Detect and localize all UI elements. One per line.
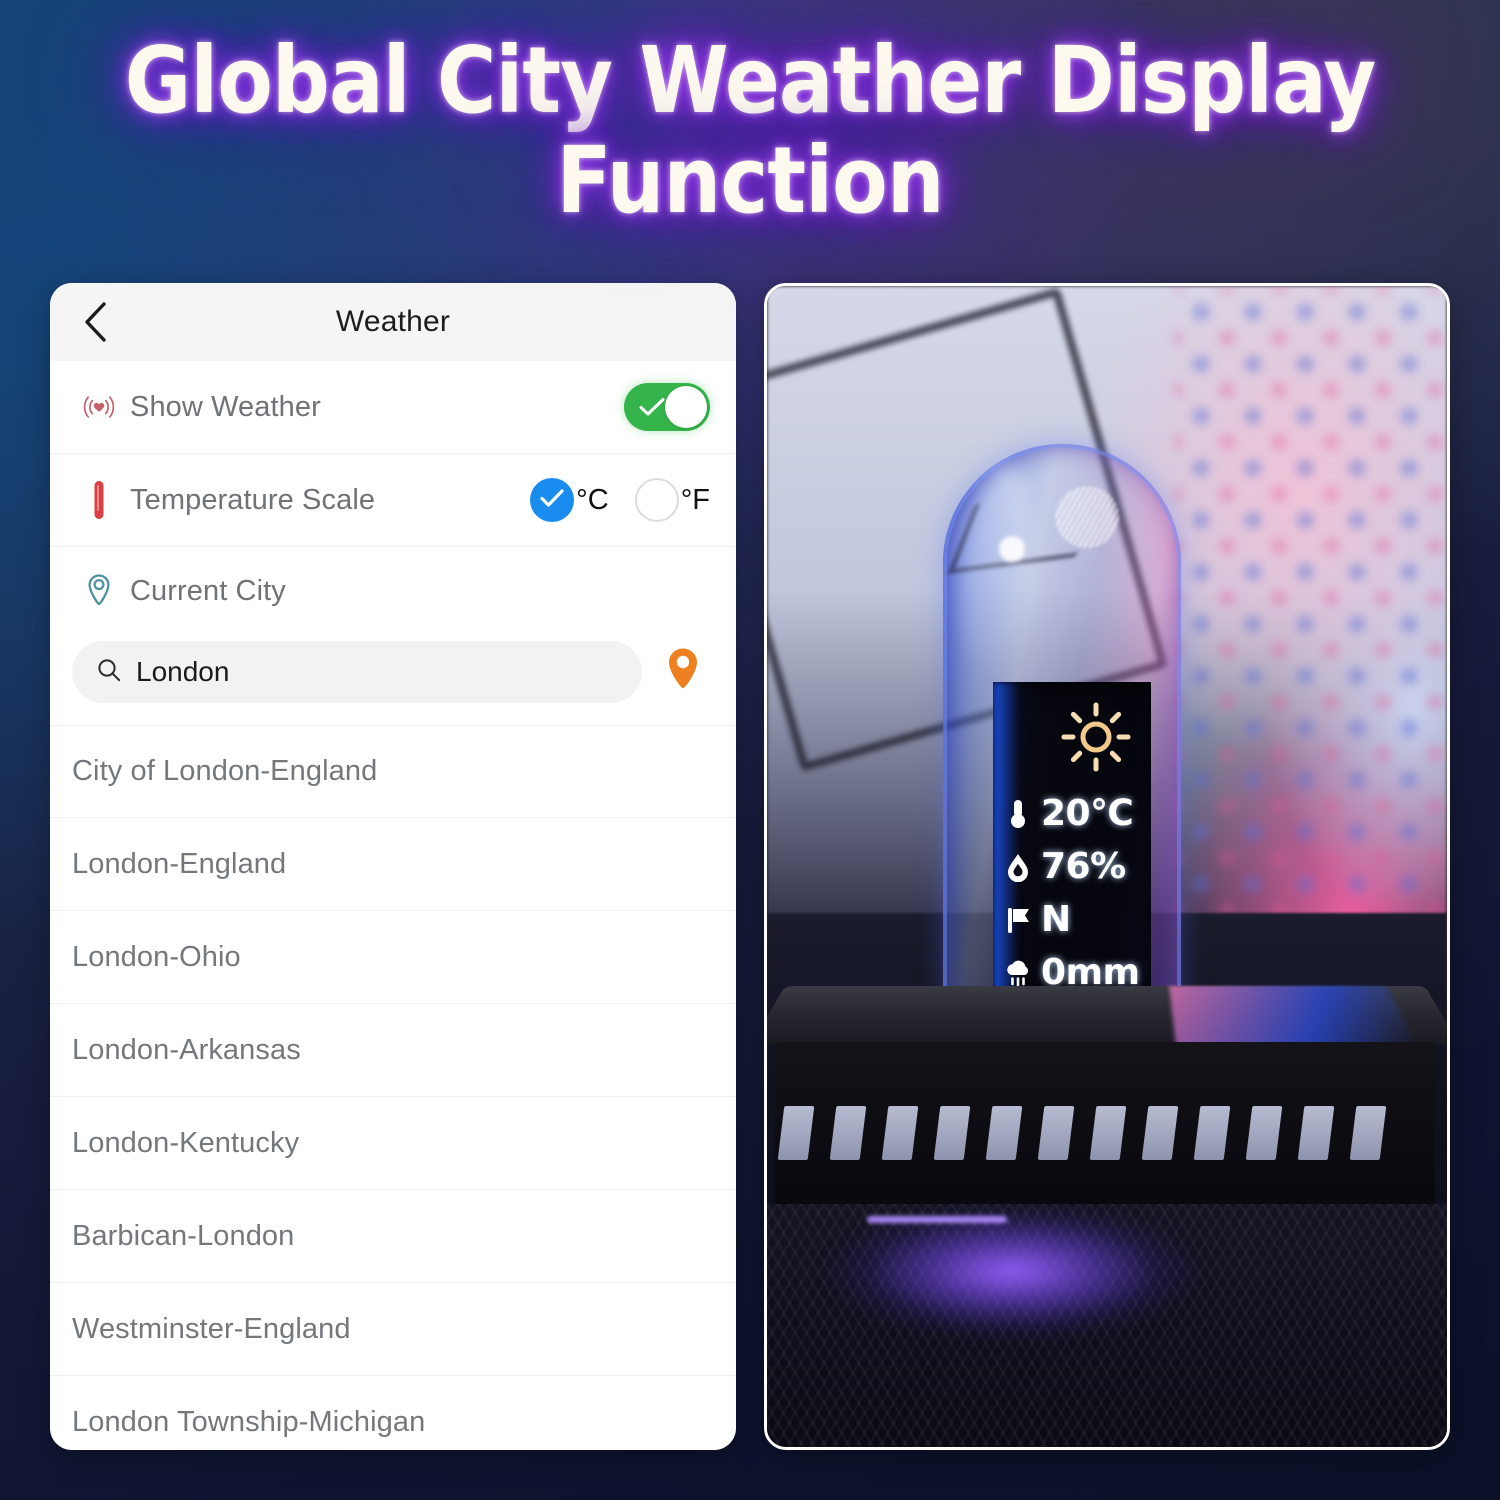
city-search-area: London <box>50 635 736 725</box>
readout-humidity: 76% <box>1001 843 1140 890</box>
vent-slot <box>1245 1106 1283 1160</box>
list-item[interactable]: London-Kentucky <box>50 1097 736 1190</box>
temperature-scale-control: °C °F <box>530 478 710 522</box>
locate-me-button[interactable] <box>652 645 714 700</box>
radio-fahrenheit[interactable]: °F <box>634 478 710 522</box>
list-item[interactable]: London Township-Michigan <box>50 1376 736 1450</box>
vent-slot <box>985 1106 1023 1160</box>
vent-slot <box>1141 1106 1179 1160</box>
sun-icon <box>1059 700 1133 779</box>
base-top-reflection <box>1169 986 1417 1045</box>
radio-celsius[interactable]: °C <box>530 478 609 522</box>
base-led-glow <box>777 1208 1247 1384</box>
list-item[interactable]: Barbican-London <box>50 1190 736 1283</box>
device-base-body <box>775 1042 1435 1228</box>
dome-reflection-sphere <box>1055 486 1119 548</box>
list-item[interactable]: City of London-England <box>50 725 736 818</box>
dome-reflection-dot <box>999 536 1025 562</box>
readout-temperature: 20℃ <box>1001 790 1140 837</box>
page-title: Weather <box>335 305 451 338</box>
device-base-top <box>767 986 1447 1045</box>
check-icon <box>540 488 564 512</box>
radio-fahrenheit-label: °F <box>680 483 710 516</box>
product-photo-card: 20℃ 76% N 0mm <box>764 283 1450 1450</box>
vent-slot <box>1349 1106 1387 1160</box>
toggle-knob <box>665 386 707 428</box>
show-weather-toggle[interactable] <box>624 383 710 431</box>
readout-wind: N <box>1001 896 1140 943</box>
readout-temperature-value: 20℃ <box>1041 793 1134 834</box>
map-pin-outline-icon <box>72 572 126 610</box>
vent-slot <box>829 1106 867 1160</box>
vent-slot <box>933 1106 971 1160</box>
headline-line-1: Global City Weather Display <box>124 27 1376 134</box>
vent-slot <box>1037 1106 1075 1160</box>
radio-fahrenheit-indicator <box>634 478 679 522</box>
poster-headline: Global City Weather Display Function <box>0 34 1500 228</box>
vent-slot <box>777 1106 815 1160</box>
headline-line-2: Function <box>556 126 944 234</box>
phone-screenshot-card: Weather Show Weather Temperature Scale °… <box>50 283 736 1450</box>
base-vent-strip <box>777 1106 1401 1160</box>
readout-wind-value: N <box>1041 899 1071 940</box>
radio-celsius-indicator <box>530 478 575 522</box>
broadcast-heart-icon <box>72 391 126 423</box>
row-show-weather[interactable]: Show Weather <box>50 361 736 454</box>
temperature-unit-radio-group: °C °F <box>530 478 710 522</box>
city-search-value: London <box>136 656 230 687</box>
row-label-show-weather: Show Weather <box>130 390 321 423</box>
thermometer-icon <box>72 477 126 523</box>
list-item[interactable]: London-Arkansas <box>50 1004 736 1097</box>
wind-flag-icon <box>1001 905 1035 935</box>
glass-dome: 20℃ 76% N 0mm <box>943 444 1181 1004</box>
device-oled-screen: 20℃ 76% N 0mm <box>993 682 1151 992</box>
list-item[interactable]: London-England <box>50 818 736 911</box>
row-current-city: Current City <box>50 547 736 635</box>
search-icon <box>96 657 122 688</box>
list-item[interactable]: Westminster-England <box>50 1283 736 1376</box>
city-search-input[interactable]: London <box>72 641 642 703</box>
poster-canvas: Global City Weather Display Function Wea… <box>0 0 1500 1500</box>
rain-cloud-icon <box>1001 958 1035 988</box>
vent-slot <box>1297 1106 1335 1160</box>
list-item[interactable]: London-Ohio <box>50 911 736 1004</box>
city-results-list: City of London-England London-England Lo… <box>50 725 736 1450</box>
row-label-current-city: Current City <box>130 574 286 607</box>
base-led-strip <box>867 1216 1007 1223</box>
photo-background-pattern <box>1175 286 1447 960</box>
show-weather-control <box>624 383 710 431</box>
radio-celsius-label: °C <box>576 483 609 516</box>
app-nav-bar: Weather <box>50 283 736 361</box>
weather-readouts: 20℃ 76% N 0mm <box>1001 790 1140 992</box>
vent-slot <box>1193 1106 1231 1160</box>
check-icon <box>639 397 665 422</box>
back-button[interactable] <box>68 295 122 349</box>
row-temperature-scale[interactable]: Temperature Scale °C °F <box>50 454 736 547</box>
map-pin-filled-icon <box>663 645 703 700</box>
chevron-left-icon <box>82 301 108 343</box>
row-label-temperature-scale: Temperature Scale <box>130 483 376 516</box>
dome-highlight <box>950 460 1044 678</box>
vent-slot <box>1089 1106 1127 1160</box>
humidity-drop-icon <box>1001 852 1035 882</box>
product-photo: 20℃ 76% N 0mm <box>767 286 1447 1447</box>
thermometer-icon <box>1001 798 1035 830</box>
vent-slot <box>881 1106 919 1160</box>
readout-humidity-value: 76% <box>1041 846 1126 887</box>
